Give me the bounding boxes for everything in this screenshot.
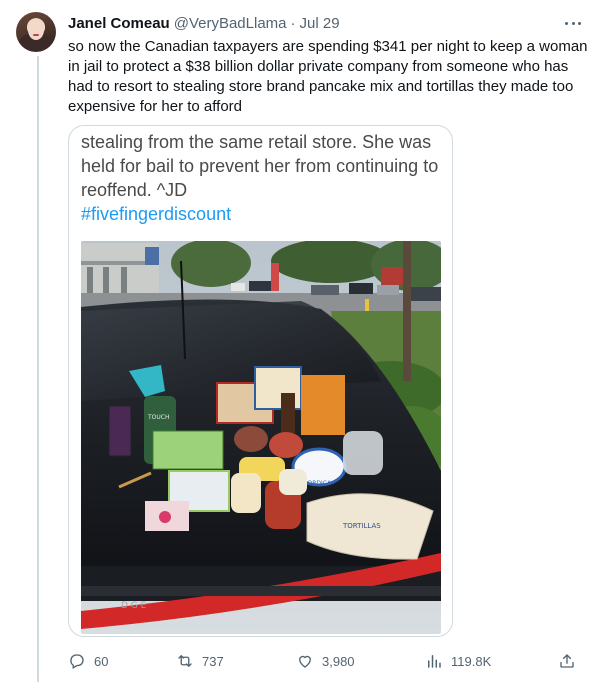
author-name[interactable]: Janel Comeau <box>68 15 170 32</box>
reply-count: 60 <box>94 653 109 669</box>
thread-line <box>37 56 39 682</box>
separator: · <box>290 14 296 32</box>
tweet-text: so now the Canadian taxpayers are spendi… <box>68 38 588 115</box>
jar-3 <box>231 473 261 513</box>
views-count: 119.8K <box>451 653 492 669</box>
like-button[interactable]: 3,980 <box>296 650 355 672</box>
jar-4 <box>279 469 307 495</box>
like-count: 3,980 <box>322 653 355 669</box>
share-button[interactable] <box>558 650 584 672</box>
quoted-text: stealing from the same retail store. She… <box>81 132 439 200</box>
produce-pack <box>152 430 224 470</box>
action-bar: 60 737 3,980 119.8K <box>68 650 588 672</box>
heart-icon <box>299 655 311 668</box>
reply-icon <box>70 654 84 669</box>
tweet-date[interactable]: Jul 29 <box>300 15 340 32</box>
spray-label: TOUCH <box>147 414 169 421</box>
tweet: Janel Comeau @VeryBadLlama · Jul 29 so n… <box>0 0 598 682</box>
car-badge: D G E <box>121 601 147 611</box>
quoted-text-block: stealing from the same retail store. She… <box>81 130 441 226</box>
jar-2 <box>269 432 303 458</box>
repost-count: 737 <box>202 653 224 669</box>
hashtag-link[interactable]: #fivefingerdiscount <box>81 202 441 226</box>
deodorant-item <box>108 405 132 457</box>
more-icon[interactable] <box>562 14 584 32</box>
nordica-label: NORDICA <box>303 480 332 487</box>
tortilla-label: TORTILLAS <box>342 522 381 530</box>
avatar-lip <box>33 34 39 36</box>
views-icon <box>428 655 441 668</box>
plastic-bag <box>343 431 383 475</box>
views-button[interactable]: 119.8K <box>425 650 491 672</box>
quoted-card[interactable]: stealing from the same retail store. She… <box>68 125 453 637</box>
jar-1 <box>234 426 268 452</box>
snack-box <box>301 375 345 435</box>
share-icon <box>560 654 574 668</box>
quoted-photo[interactable]: D G E TOUCH NORDICA TORTILLAS <box>81 241 441 634</box>
avatar[interactable] <box>16 12 56 52</box>
reply-button[interactable]: 60 <box>68 650 108 672</box>
repost-button[interactable]: 737 <box>176 650 224 672</box>
syrup-bottle <box>281 393 295 433</box>
tweet-header: Janel Comeau @VeryBadLlama · Jul 29 <box>68 13 340 33</box>
photo-scene: D G E TOUCH NORDICA TORTILLAS <box>81 241 441 634</box>
repost-icon <box>178 655 192 667</box>
avatar-face <box>28 20 44 40</box>
author-handle[interactable]: @VeryBadLlama <box>174 15 287 32</box>
